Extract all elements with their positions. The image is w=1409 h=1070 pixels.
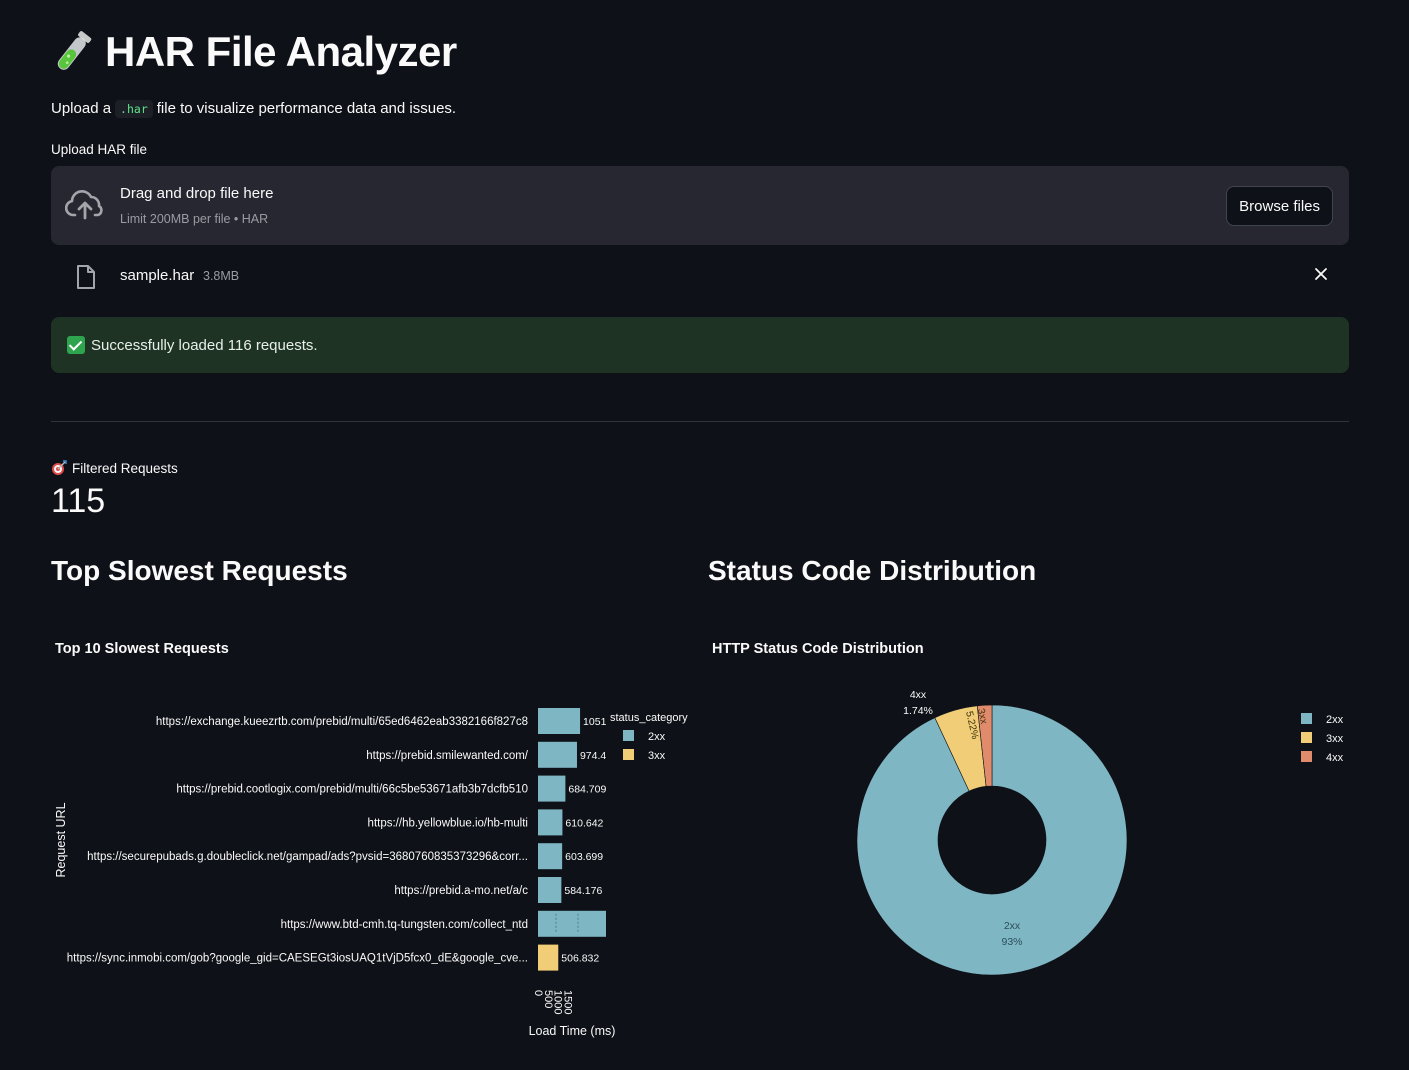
bar: [538, 741, 577, 768]
bar: [538, 843, 563, 870]
bar: [538, 944, 559, 971]
bar-value-label: 1051.: [583, 716, 609, 728]
pie-label-percent: 1.74%: [903, 705, 933, 717]
bar-value-label: 506.832: [561, 953, 599, 965]
pie-label-percent: 93%: [1001, 936, 1022, 948]
bar: [538, 809, 563, 836]
bar: [538, 775, 566, 802]
legend-entry: 4xx: [1326, 752, 1344, 764]
legend-swatch: [1301, 713, 1312, 724]
bar: [538, 708, 581, 734]
bar-category-label: https://prebid.smilewanted.com/: [366, 750, 529, 762]
pie-label-name: 2xx: [1004, 920, 1021, 932]
bar-value-label: 684.709: [568, 784, 606, 796]
x-tick-label: 1500: [561, 990, 573, 1014]
bar-category-label: https://securepubads.g.doubleclick.net/g…: [87, 851, 528, 863]
legend-entry: 3xx: [1326, 733, 1344, 745]
legend-entry: 3xx: [648, 750, 666, 762]
legend-title: status_category: [610, 712, 688, 724]
bar-value-label: 974.4: [580, 750, 606, 762]
legend-swatch: [1301, 732, 1312, 743]
legend-swatch: [1301, 751, 1312, 762]
bar-category-label: https://prebid.cootlogix.com/prebid/mult…: [176, 784, 528, 796]
legend-swatch: [623, 749, 634, 760]
x-axis-label: Load Time (ms): [529, 1024, 616, 1038]
pie-label-name: 4xx: [910, 689, 927, 701]
app-page: HAR File Analyzer Upload a .har file to vi…: [0, 0, 1409, 1070]
bar-value-label: 584.176: [564, 885, 602, 897]
bar: [538, 910, 606, 937]
bar: [538, 877, 562, 903]
legend-swatch: [623, 730, 634, 741]
bar-category-label: https://hb.yellowblue.io/hb-multi: [368, 817, 528, 829]
bar-category-label: https://sync.inmobi.com/gob?google_gid=C…: [67, 953, 528, 965]
bar-category-label: https://exchange.kueezrtb.com/prebid/mul…: [156, 716, 528, 728]
bar-value-label: 610.642: [565, 817, 603, 829]
bar-value-label: 603.699: [565, 851, 603, 863]
legend-entry: 2xx: [648, 731, 666, 743]
bar-category-label: https://prebid.a-mo.net/a/c: [394, 885, 528, 897]
y-axis-label: Request URL: [54, 802, 68, 877]
charts-canvas: https://exchange.kueezrtb.com/prebid/mul…: [54, 689, 1344, 1038]
legend-entry: 2xx: [1326, 714, 1344, 726]
label-clip: [607, 700, 609, 980]
bar-category-label: https://www.btd-cmh.tq-tungsten.com/coll…: [281, 919, 528, 931]
